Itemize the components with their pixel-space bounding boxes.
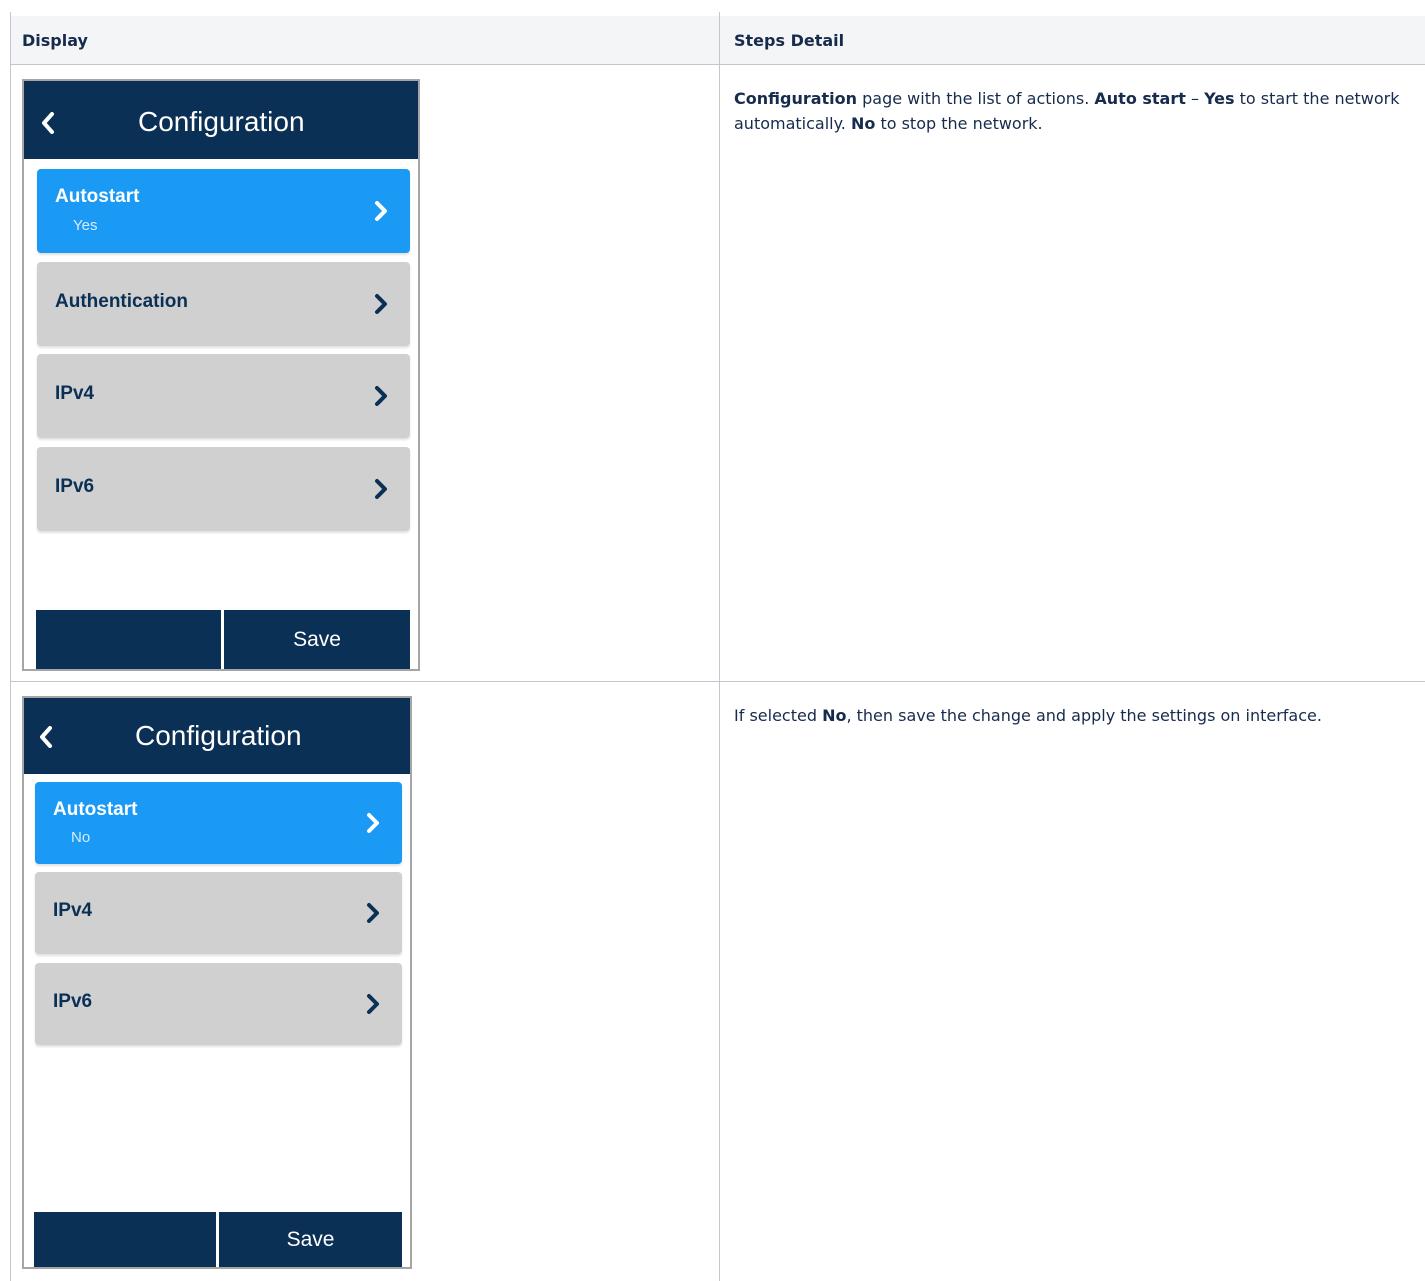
- detail-text: to stop the network.: [875, 114, 1043, 133]
- menu-item-label: IPv6: [55, 476, 95, 497]
- menu-item-label: Autostart: [53, 799, 138, 820]
- menu-item-label: Authentication: [55, 291, 188, 312]
- column-header-display: Display: [22, 31, 88, 50]
- row-divider: [10, 681, 1425, 682]
- menu-item-label: IPv4: [55, 383, 95, 404]
- device-screen-autostart-no: Configuration Autostart No IPv4 IPv6 Sav: [22, 696, 412, 1269]
- save-button-label: Save: [286, 1228, 335, 1251]
- menu-item-value: Yes: [73, 217, 98, 234]
- step-detail-1: Configuration page with the list of acti…: [734, 86, 1406, 136]
- save-button[interactable]: Save: [219, 1212, 402, 1267]
- header-divider: [10, 64, 1425, 65]
- menu-item-autostart[interactable]: Autostart No: [35, 782, 402, 864]
- table-left-border: [10, 12, 11, 1281]
- chevron-right-icon: [367, 903, 379, 923]
- steps-table: Display Steps Detail Configuration Autos…: [0, 0, 1425, 1281]
- menu-item-label: IPv4: [53, 900, 93, 921]
- detail-text: , then save the change and apply the set…: [846, 706, 1322, 725]
- save-button[interactable]: Save: [224, 610, 410, 669]
- column-divider: [719, 12, 720, 1281]
- chevron-right-icon: [375, 479, 387, 499]
- chevron-left-icon[interactable]: [40, 112, 56, 134]
- detail-text: –: [1185, 89, 1205, 108]
- detail-text: page with the list of actions.: [857, 89, 1095, 108]
- chevron-left-icon[interactable]: [38, 726, 54, 748]
- chevron-right-icon: [375, 294, 387, 314]
- table-header-row: [10, 16, 1425, 64]
- screen-title: Configuration: [138, 106, 305, 137]
- detail-bold-text: No: [850, 114, 876, 133]
- detail-bold-text: No: [822, 706, 847, 725]
- menu-item-label: Autostart: [55, 186, 140, 207]
- chevron-right-icon: [375, 201, 387, 221]
- screen-title: Configuration: [135, 720, 302, 751]
- menu-item-authentication[interactable]: Authentication: [37, 262, 410, 346]
- menu-item-label: IPv6: [53, 991, 93, 1012]
- softkey-left-button[interactable]: [34, 1212, 216, 1267]
- menu-item-ipv6[interactable]: IPv6: [35, 963, 402, 1045]
- detail-bold-text: Auto start: [1094, 89, 1186, 108]
- app-header: Configuration: [24, 698, 410, 774]
- menu-item-ipv4[interactable]: IPv4: [37, 354, 410, 438]
- chevron-right-icon: [367, 994, 379, 1014]
- menu-item-autostart[interactable]: Autostart Yes: [37, 169, 410, 253]
- chevron-right-icon: [375, 386, 387, 406]
- softkey-left-button[interactable]: [36, 610, 221, 669]
- save-button-label: Save: [293, 628, 341, 651]
- menu-item-value: No: [71, 829, 91, 846]
- column-header-steps-detail: Steps Detail: [734, 31, 845, 50]
- chevron-right-icon: [367, 813, 379, 833]
- device-screen-autostart-yes: Configuration Autostart Yes Authenticati…: [22, 79, 420, 671]
- detail-bold-text: Configuration: [734, 89, 858, 108]
- menu-item-ipv6[interactable]: IPv6: [37, 447, 410, 531]
- step-detail-2: If selected No, then save the change and…: [734, 703, 1406, 728]
- detail-text: If selected: [734, 706, 823, 725]
- app-header: Configuration: [24, 81, 418, 159]
- menu-item-ipv4[interactable]: IPv4: [35, 872, 402, 954]
- detail-bold-text: Yes: [1204, 89, 1235, 108]
